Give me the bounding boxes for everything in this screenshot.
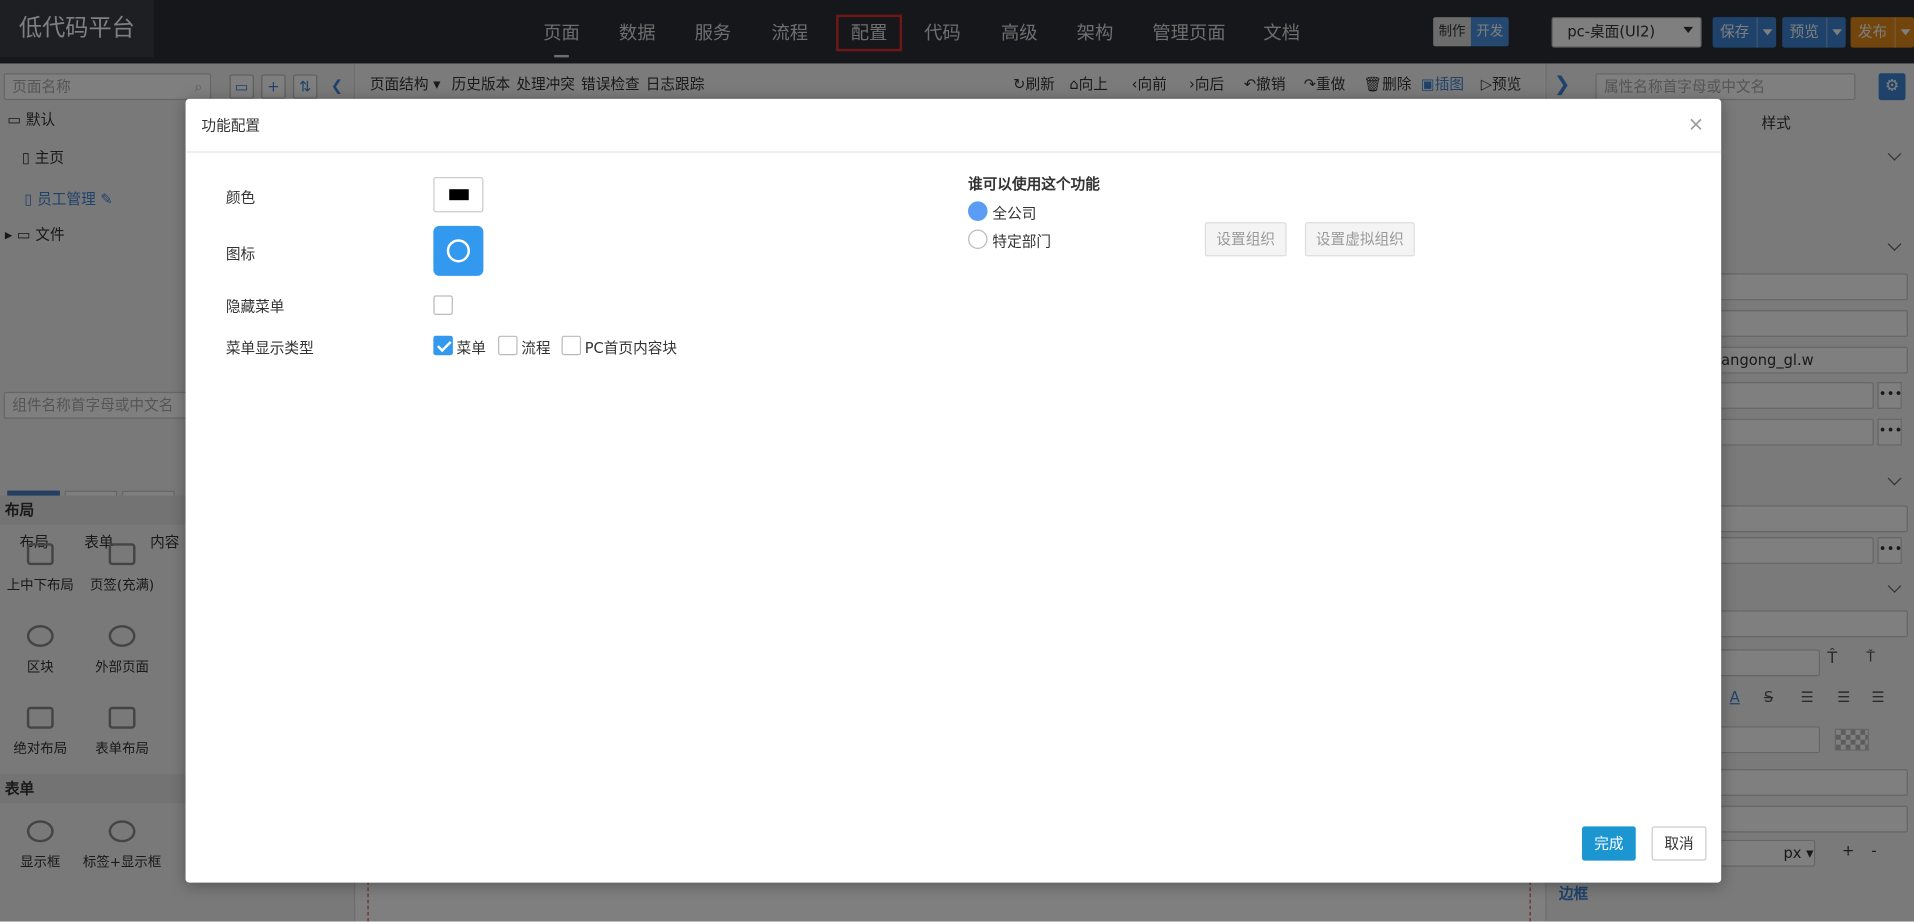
cancel-button[interactable]: 取消 [1651, 826, 1707, 861]
display-type-menu-checkbox[interactable] [433, 335, 453, 356]
color-label: 颜色 [225, 189, 256, 207]
specific-dept-radio[interactable] [968, 229, 988, 250]
circle-icon [446, 239, 470, 263]
color-swatch-fill [449, 189, 469, 201]
display-type-pc-home-label: PC首页内容块 [584, 339, 678, 357]
dialog-title: 功能配置 [201, 117, 261, 135]
set-org-button[interactable]: 设置组织 [1204, 222, 1287, 257]
dialog-header: 功能配置 [185, 99, 1722, 153]
whole-company-radio[interactable] [968, 201, 988, 221]
hide-menu-label: 隐藏菜单 [225, 297, 285, 315]
who-can-use-title: 谁可以使用这个功能 [968, 175, 1100, 193]
display-type-menu-label: 菜单 [456, 339, 486, 357]
specific-dept-label: 特定部门 [992, 233, 1052, 251]
display-type-flow-checkbox[interactable] [498, 335, 518, 356]
hide-menu-checkbox[interactable] [433, 295, 453, 315]
set-virtual-org-button[interactable]: 设置虚拟组织 [1304, 222, 1415, 257]
close-icon[interactable]: × [1688, 112, 1704, 135]
icon-picker[interactable] [433, 225, 484, 276]
whole-company-label: 全公司 [992, 205, 1037, 223]
function-config-dialog: 功能配置 × 颜色 图标 隐藏菜单 菜单显示类型 菜单 流程 PC首页内容块 谁… [185, 98, 1722, 883]
done-button[interactable]: 完成 [1582, 826, 1636, 861]
color-picker[interactable] [433, 177, 484, 213]
display-type-flow-label: 流程 [521, 339, 551, 357]
display-type-label: 菜单显示类型 [225, 339, 314, 357]
icon-label: 图标 [225, 245, 256, 263]
display-type-pc-home-checkbox[interactable] [561, 335, 582, 356]
